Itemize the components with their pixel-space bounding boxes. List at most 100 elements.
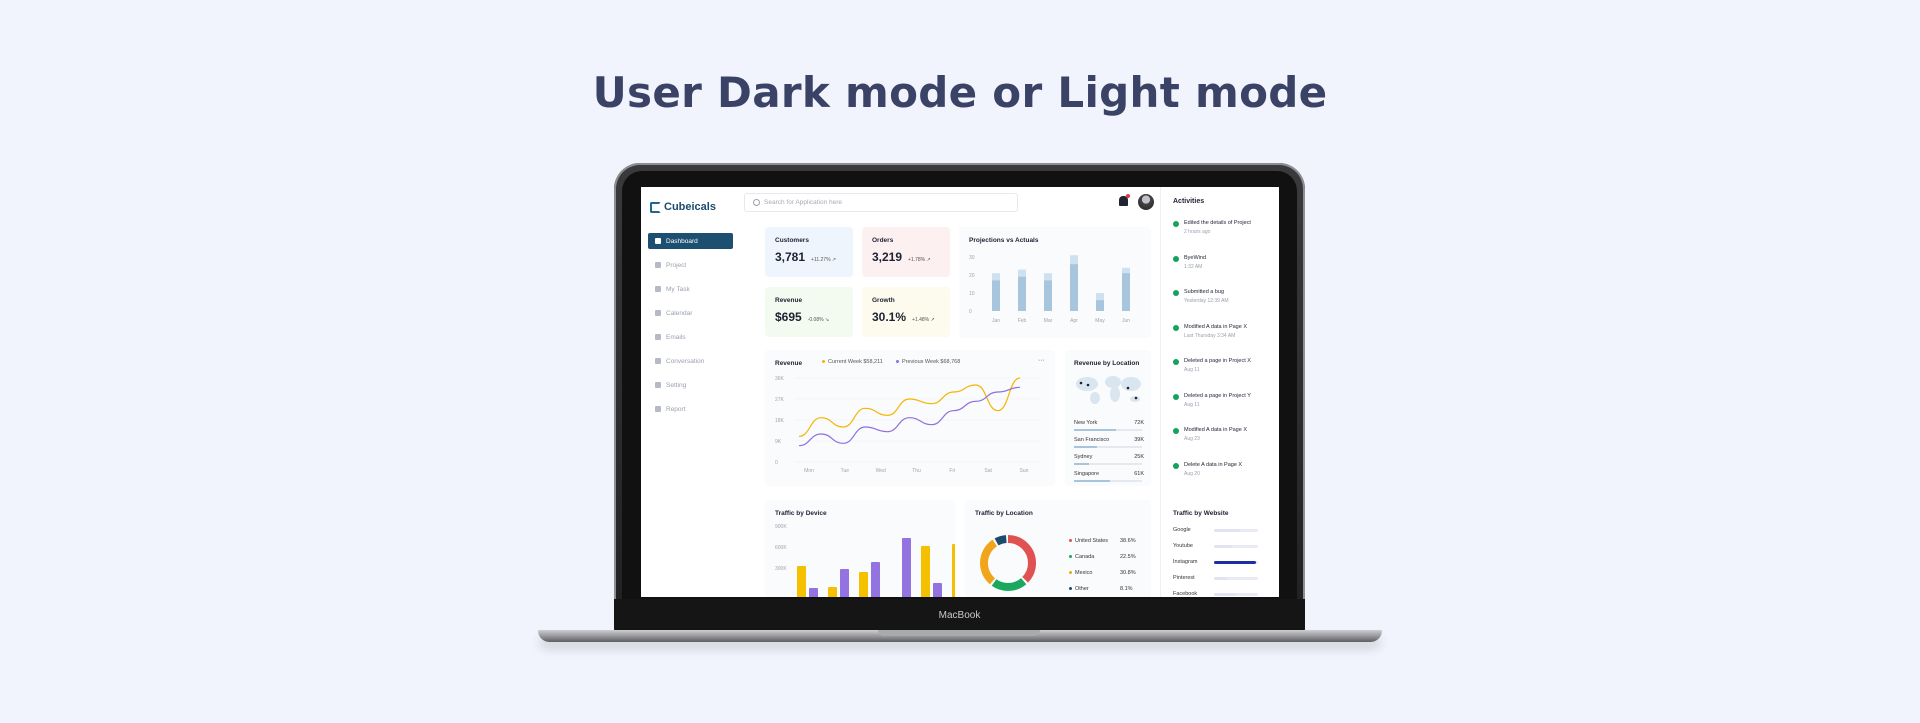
stat-card-revenue[interactable]: Revenue $695 -0.08% ↘ bbox=[765, 287, 853, 337]
revenue-by-location-card: Revenue by Location New York 72K San Franc… bbox=[1065, 350, 1151, 486]
stat-value: 3,781 bbox=[775, 250, 806, 264]
projections-chart: 30 20 10 0 Jan Feb Mar Apr May Jun bbox=[969, 255, 1130, 324]
legend-dot bbox=[1069, 539, 1072, 542]
emails-icon bbox=[655, 334, 661, 340]
activity-dot bbox=[1173, 359, 1179, 365]
y-tick-label: 0 bbox=[969, 309, 972, 315]
search-input[interactable]: Search for Application here bbox=[744, 193, 1018, 212]
actual-bar bbox=[1096, 300, 1104, 311]
legend-dot bbox=[1069, 555, 1072, 558]
brand-name: Cubeicals bbox=[664, 201, 716, 213]
x-tick-label: May bbox=[1095, 318, 1105, 324]
stat-value: $695 bbox=[775, 310, 802, 324]
cube-logo-icon bbox=[650, 201, 661, 213]
world-map-icon bbox=[1076, 376, 1141, 404]
y-tick-label: 900K bbox=[775, 524, 787, 530]
y-tick-label: 300K bbox=[775, 566, 787, 572]
sidebar-item-calendar[interactable]: Calendar bbox=[648, 305, 733, 321]
stat-value: 3,219 bbox=[872, 250, 903, 264]
traffic-donut-chart bbox=[980, 535, 1036, 591]
sidebar-item-project[interactable]: Project bbox=[648, 257, 733, 273]
website-bar-fill bbox=[1214, 545, 1232, 548]
location-city: Sydney bbox=[1074, 454, 1093, 460]
sidebar-item-my-task[interactable]: My Task bbox=[648, 281, 733, 297]
x-tick-label: Mon bbox=[804, 468, 814, 474]
x-tick-label: Wed bbox=[876, 468, 886, 474]
activity-dot bbox=[1173, 255, 1179, 262]
website-bar-fill bbox=[1214, 577, 1228, 580]
y-tick-label: 10 bbox=[969, 291, 975, 297]
x-tick-label: Sun bbox=[1020, 468, 1029, 474]
project-icon bbox=[655, 262, 661, 268]
x-tick-label: Thu bbox=[912, 468, 921, 474]
stat-change: +11.27% ↗ bbox=[811, 257, 837, 263]
y-tick-label: 600K bbox=[775, 545, 787, 551]
y-tick-label: 30 bbox=[969, 255, 975, 261]
activity-date: Yesterday 12:39 AM bbox=[1184, 298, 1229, 304]
stat-value-row: 30.1% +1.48% ↗ bbox=[872, 304, 940, 326]
activity-date: Aug 11 bbox=[1184, 401, 1200, 408]
stat-value-row: 3,781 +11.27% ↗ bbox=[775, 244, 843, 266]
sidebar-item-label: Setting bbox=[666, 381, 687, 389]
device-bar bbox=[933, 583, 942, 597]
sidebar-item-label: Emails bbox=[666, 333, 686, 341]
revenue-series-line bbox=[798, 377, 1021, 437]
activity-text: Deleted a page in Project Y bbox=[1184, 392, 1251, 399]
stat-card-orders[interactable]: Orders 3,219 +1.78% ↗ bbox=[862, 227, 950, 277]
traffic-by-website-title: Traffic by Website bbox=[1173, 510, 1229, 517]
website-name: Youtube bbox=[1173, 543, 1193, 549]
y-tick-label: 0 bbox=[775, 460, 778, 466]
traffic-location-name: Mexico bbox=[1075, 570, 1093, 576]
website-name: Pinterest bbox=[1173, 575, 1195, 581]
sidebar-item-report[interactable]: Report bbox=[648, 401, 733, 417]
website-name: Facebook bbox=[1173, 591, 1198, 597]
y-tick-label: 9K bbox=[775, 439, 782, 445]
activity-dot bbox=[1173, 221, 1179, 227]
traffic-location-value: 38.6% bbox=[1120, 538, 1136, 544]
location-city: San Francisco bbox=[1074, 437, 1110, 443]
dashboard-screen: Cubeicals Dashboard Project My Task Calenda… bbox=[641, 187, 1279, 597]
activity-text: Edited the details of Project bbox=[1184, 220, 1251, 226]
activity-date: Aug 11 bbox=[1184, 367, 1200, 373]
sidebar-item-label: Report bbox=[666, 405, 686, 413]
location-bar-fill bbox=[1074, 446, 1097, 448]
traffic-location-value: 22.5% bbox=[1120, 554, 1136, 560]
brand-logo[interactable]: Cubeicals bbox=[650, 201, 716, 213]
location-value: 61K bbox=[1134, 471, 1144, 477]
device-bar bbox=[828, 587, 837, 597]
sidebar-nav: Dashboard Project My Task Calendar Emails Con… bbox=[648, 233, 733, 425]
traffic-location-name: Other bbox=[1075, 586, 1089, 592]
revenue-chart: 36K 27K 18K 9K 0 Mon Tue Wed Thu Fri Sat Sun bbox=[775, 376, 1040, 474]
sidebar-item-setting[interactable]: Setting bbox=[648, 377, 733, 393]
stat-change: +1.48% ↗ bbox=[912, 317, 935, 323]
x-tick-label: Fri bbox=[949, 468, 955, 474]
sidebar-item-emails[interactable]: Emails bbox=[648, 329, 733, 345]
actual-bar bbox=[1018, 276, 1026, 311]
setting-icon bbox=[655, 382, 661, 388]
location-bar-fill bbox=[1074, 429, 1117, 431]
panel-divider bbox=[1160, 187, 1161, 597]
device-bar bbox=[921, 546, 930, 597]
stat-card-growth[interactable]: Growth 30.1% +1.48% ↗ bbox=[862, 287, 950, 337]
sidebar-item-conversation[interactable]: Conversation bbox=[648, 353, 733, 369]
sidebar-item-label: Dashboard bbox=[666, 237, 698, 245]
report-icon bbox=[655, 406, 661, 412]
activity-dot bbox=[1173, 324, 1179, 331]
location-bar-fill bbox=[1074, 463, 1089, 465]
legend-dot bbox=[1069, 571, 1072, 574]
projections-card: Projections vs Actuals 30 20 10 0 Jan Feb Mar A… bbox=[959, 227, 1151, 338]
activity-dot bbox=[1173, 393, 1179, 400]
search-icon bbox=[753, 199, 760, 206]
activity-text: Deleted a page in Project X bbox=[1184, 358, 1251, 364]
sidebar-item-dashboard[interactable]: Dashboard bbox=[648, 233, 733, 249]
stat-card-customers[interactable]: Customers 3,781 +11.27% ↗ bbox=[765, 227, 853, 277]
actual-bar bbox=[1070, 264, 1078, 311]
avatar[interactable] bbox=[1138, 194, 1154, 210]
stat-label: Customers bbox=[775, 237, 809, 244]
notification-bell-icon[interactable] bbox=[1119, 194, 1130, 206]
revenue-series-line bbox=[798, 386, 1021, 447]
stat-label: Growth bbox=[872, 297, 895, 304]
device-bar bbox=[952, 544, 955, 597]
stat-label: Orders bbox=[872, 237, 894, 244]
calendar-icon bbox=[655, 310, 661, 316]
